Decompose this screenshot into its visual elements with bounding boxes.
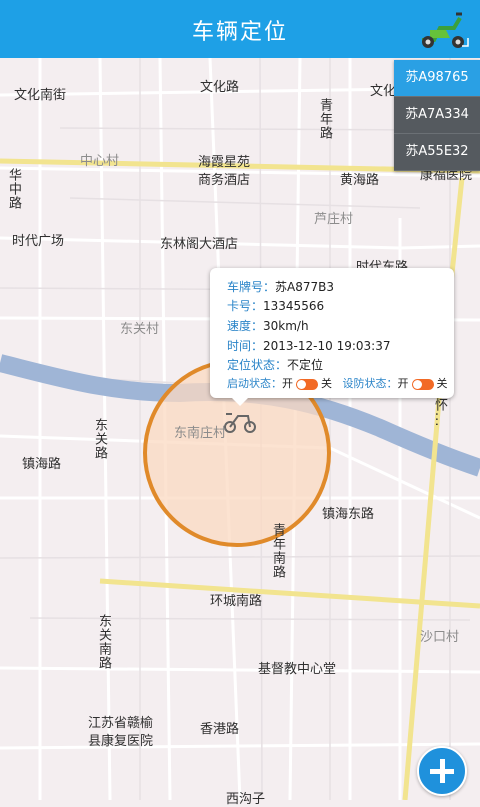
map-label: 中心村 — [80, 154, 120, 169]
map-label: 江苏省赣榆 — [88, 716, 154, 731]
map-label: 怀... — [432, 398, 447, 428]
map-label: 镇海路 — [22, 457, 62, 472]
vehicle-item[interactable]: 苏A7A334 — [394, 97, 480, 134]
card-value: 13345566 — [263, 299, 325, 313]
map-label: 西沟子 — [226, 792, 266, 807]
map-label: 海霞星苑 — [198, 155, 251, 170]
page-title: 车辆定位 — [191, 20, 288, 45]
info-card-pointer — [232, 398, 248, 406]
speed-label: 速度： — [227, 319, 264, 333]
time-label: 时间： — [227, 339, 264, 353]
plate-label: 车牌号： — [227, 280, 276, 294]
map-label: 县康复医院 — [88, 734, 154, 749]
defense-on: 开 — [397, 377, 409, 390]
plate-row: 车牌号：苏A877B3 — [227, 278, 334, 296]
map-label: 东关路 — [92, 418, 107, 460]
locate-label: 定位状态： — [227, 358, 288, 372]
map-label: 文化 — [370, 84, 397, 99]
map-label: 时代广场 — [12, 234, 65, 249]
map-label: 商务酒店 — [198, 173, 251, 188]
map-label: 文化南街 — [14, 88, 67, 103]
vehicle-item[interactable]: 苏A55E32 — [394, 134, 480, 171]
status-row: 启动状态：开关 设防状态：开关 — [227, 375, 448, 393]
map-label: 芦庄村 — [314, 212, 354, 227]
add-icon[interactable] — [417, 746, 467, 796]
time-value: 2013-12-10 19:03:37 — [263, 339, 391, 353]
map-label: 沙口村 — [420, 630, 460, 645]
map-label: 黄海路 — [340, 173, 380, 188]
speed-row: 速度：30km/h — [227, 317, 309, 335]
defense-toggle[interactable] — [411, 378, 434, 390]
map-label: 青年路 — [317, 98, 332, 140]
card-label: 卡号： — [227, 299, 264, 313]
scooter-icon[interactable] — [416, 6, 470, 52]
map-label: 东南庄村 — [174, 426, 227, 441]
card-row: 卡号：13345566 — [227, 297, 324, 315]
plate-value: 苏A877B3 — [275, 280, 334, 294]
start-on: 开 — [282, 377, 293, 390]
map-label: 环城南路 — [210, 594, 263, 609]
speed-value: 30km/h — [263, 319, 309, 333]
map-label: 东关南路 — [96, 614, 111, 670]
start-toggle[interactable] — [296, 378, 318, 390]
vehicle-info-card: 车牌号：苏A877B3 卡号：13345566 速度：30km/h 时间：201… — [210, 268, 454, 406]
vehicle-item[interactable]: 苏A98765 — [394, 60, 480, 97]
header-bar: 车辆定位 — [0, 0, 480, 58]
start-label: 启动状态： — [227, 377, 282, 390]
map-label: 东关村 — [120, 322, 160, 337]
time-row: 时间：2013-12-10 19:03:37 — [227, 337, 390, 355]
map-label: 文化路 — [200, 80, 240, 95]
defense-label: 设防状态： — [342, 377, 398, 390]
locate-row: 定位状态：不定位 — [227, 356, 323, 374]
locate-value: 不定位 — [287, 358, 324, 372]
start-off: 关 — [321, 377, 332, 390]
map-label: 青年南路 — [270, 523, 285, 579]
map-label: 华中路 — [6, 168, 21, 210]
map-label: 镇海东路 — [322, 507, 375, 522]
map-label: 东林阁大酒店 — [160, 237, 239, 252]
defense-off: 关 — [436, 377, 448, 390]
map-label: 香港路 — [200, 722, 240, 737]
map-label: 基督教中心堂 — [258, 662, 337, 677]
vehicle-list: 苏A98765 苏A7A334 苏A55E32 — [394, 60, 480, 171]
